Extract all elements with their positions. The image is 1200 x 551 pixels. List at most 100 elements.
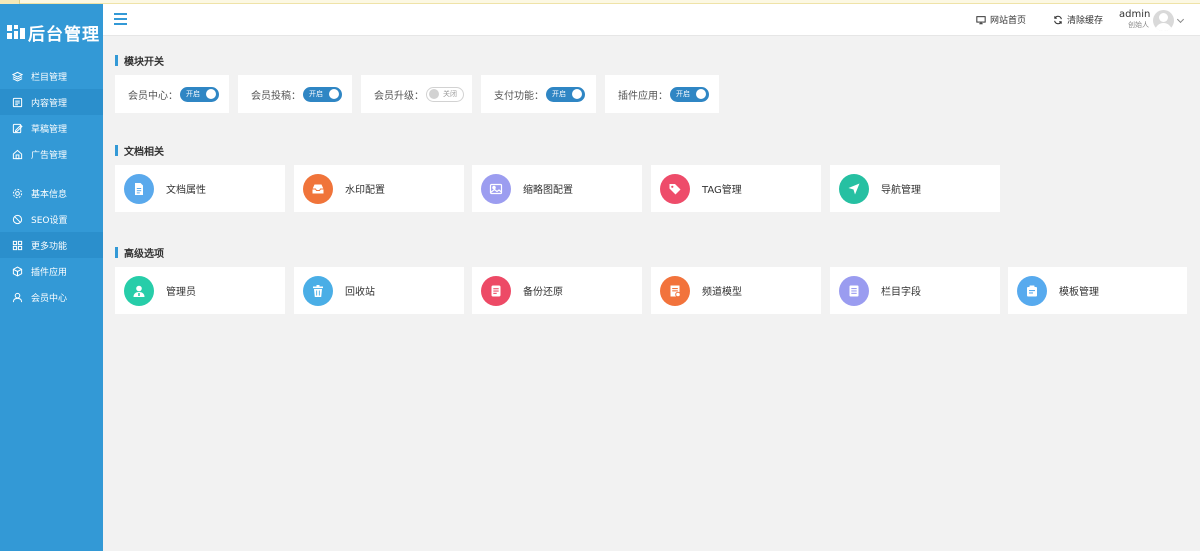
tile-label: 水印配置 bbox=[345, 185, 385, 196]
tile-label: 备份还原 bbox=[523, 287, 563, 298]
plugins-toggle[interactable]: 开启 bbox=[670, 86, 709, 102]
sidebar-item-label: SEO设置 bbox=[31, 215, 68, 226]
file-icon bbox=[124, 173, 154, 204]
gear-icon bbox=[12, 188, 23, 199]
switch-label: 插件应用： bbox=[618, 90, 668, 102]
toggle-state: 开启 bbox=[309, 90, 323, 98]
image-icon bbox=[481, 173, 511, 204]
tile-label: 导航管理 bbox=[881, 185, 921, 196]
notice-marker bbox=[0, 0, 20, 4]
member-submit-toggle[interactable]: 开启 bbox=[303, 86, 342, 102]
switch-label: 会员中心： bbox=[128, 90, 178, 102]
tile-watermark[interactable]: 水印配置 bbox=[294, 165, 464, 212]
tile-nav-manage[interactable]: 导航管理 bbox=[830, 165, 1000, 212]
site-home-link[interactable]: 网站首页 bbox=[976, 13, 1026, 26]
tile-tag-manage[interactable]: TAG管理 bbox=[651, 165, 821, 212]
layers-icon bbox=[12, 71, 23, 82]
navigation-icon bbox=[839, 173, 869, 204]
sidebar-item-ads[interactable]: 广告管理 bbox=[0, 141, 103, 167]
sidebar-nav: 栏目管理 内容管理 草稿管理 广告管理 基本信息 SEO设置 更多功能 插件应用… bbox=[0, 60, 103, 310]
tag-icon bbox=[660, 173, 690, 204]
sidebar-item-content[interactable]: 内容管理 bbox=[0, 89, 103, 115]
switch-member-upgrade: 会员升级： 关闭 bbox=[361, 75, 472, 113]
tile-label: 回收站 bbox=[345, 287, 375, 298]
model-icon bbox=[660, 275, 690, 306]
tile-channel-model[interactable]: 频道模型 bbox=[651, 267, 821, 314]
tile-doc-attributes[interactable]: 文档属性 bbox=[115, 165, 285, 212]
site-home-label: 网站首页 bbox=[990, 16, 1027, 26]
home-icon bbox=[12, 149, 23, 160]
backup-icon bbox=[481, 275, 511, 306]
tile-column-fields[interactable]: 栏目字段 bbox=[830, 267, 1000, 314]
switch-member-center: 会员中心： 开启 bbox=[115, 75, 229, 113]
tile-label: 频道模型 bbox=[702, 287, 742, 298]
member-center-toggle[interactable]: 开启 bbox=[180, 86, 219, 102]
sidebar: 后台管理 栏目管理 内容管理 草稿管理 广告管理 基本信息 SEO设置 更多功能… bbox=[0, 0, 103, 551]
sidebar-item-label: 更多功能 bbox=[31, 241, 68, 252]
ban-icon bbox=[12, 214, 23, 225]
sidebar-item-label: 栏目管理 bbox=[31, 72, 68, 83]
grid-icon bbox=[12, 240, 23, 251]
top-notice-strip bbox=[0, 0, 1200, 4]
tile-backup-restore[interactable]: 备份还原 bbox=[472, 267, 642, 314]
tile-label: 栏目字段 bbox=[881, 287, 921, 298]
user-role: 创始人 bbox=[1128, 21, 1149, 29]
menu-toggle-icon[interactable] bbox=[114, 13, 127, 25]
template-icon bbox=[1017, 275, 1047, 306]
switch-plugins: 插件应用： 开启 bbox=[605, 75, 719, 113]
toggle-state: 开启 bbox=[552, 90, 566, 98]
switch-label: 会员升级： bbox=[374, 90, 424, 102]
inbox-icon bbox=[303, 173, 333, 204]
tile-label: TAG管理 bbox=[702, 185, 742, 196]
section-title-switches: 模块开关 bbox=[115, 53, 164, 68]
tile-label: 缩略图配置 bbox=[523, 185, 573, 196]
monitor-icon bbox=[976, 15, 986, 24]
sidebar-item-seo[interactable]: SEO设置 bbox=[0, 206, 103, 232]
tile-recycle-bin[interactable]: 回收站 bbox=[294, 267, 464, 314]
section-title-advanced: 高级选项 bbox=[115, 245, 164, 260]
sidebar-item-columns[interactable]: 栏目管理 bbox=[0, 63, 103, 89]
edit-icon bbox=[12, 123, 23, 134]
sidebar-item-label: 基本信息 bbox=[31, 189, 68, 200]
sidebar-item-label: 内容管理 bbox=[31, 98, 68, 109]
logo: 后台管理 bbox=[0, 0, 103, 56]
sidebar-item-label: 广告管理 bbox=[31, 150, 68, 161]
switch-label: 会员投稿： bbox=[251, 90, 301, 102]
logo-icon bbox=[7, 25, 25, 39]
sidebar-item-more[interactable]: 更多功能 bbox=[0, 232, 103, 258]
chevron-down-icon[interactable] bbox=[1176, 15, 1185, 24]
sidebar-item-basic-info[interactable]: 基本信息 bbox=[0, 180, 103, 206]
clear-cache-label: 清除缓存 bbox=[1067, 16, 1104, 26]
payment-toggle[interactable]: 开启 bbox=[546, 86, 585, 102]
user-name: admin bbox=[1119, 9, 1151, 20]
admin-icon bbox=[124, 275, 154, 306]
sidebar-item-plugins[interactable]: 插件应用 bbox=[0, 258, 103, 284]
top-header: 网站首页 清除缓存 admin 创始人 bbox=[103, 4, 1200, 36]
sidebar-item-label: 草稿管理 bbox=[31, 124, 68, 135]
user-icon bbox=[12, 292, 23, 303]
switch-label: 支付功能： bbox=[494, 90, 544, 102]
tile-label: 管理员 bbox=[166, 287, 196, 298]
tile-label: 模板管理 bbox=[1059, 287, 1099, 298]
user-info[interactable]: admin 创始人 bbox=[1119, 9, 1151, 30]
toggle-state: 关闭 bbox=[443, 90, 457, 98]
tile-thumbnail[interactable]: 缩略图配置 bbox=[472, 165, 642, 212]
switch-member-submit: 会员投稿： 开启 bbox=[238, 75, 352, 113]
document-icon bbox=[12, 97, 23, 108]
sidebar-item-members[interactable]: 会员中心 bbox=[0, 284, 103, 310]
avatar[interactable] bbox=[1153, 10, 1174, 31]
sidebar-item-drafts[interactable]: 草稿管理 bbox=[0, 115, 103, 141]
cube-icon bbox=[12, 266, 23, 277]
toggle-state: 开启 bbox=[186, 90, 200, 98]
section-title-docs: 文档相关 bbox=[115, 143, 164, 158]
tile-admins[interactable]: 管理员 bbox=[115, 267, 285, 314]
refresh-icon bbox=[1054, 15, 1062, 24]
sidebar-item-label: 会员中心 bbox=[31, 293, 68, 304]
list-icon bbox=[839, 275, 869, 306]
sidebar-item-label: 插件应用 bbox=[31, 267, 68, 278]
toggle-state: 开启 bbox=[676, 90, 690, 98]
switch-payment: 支付功能： 开启 bbox=[481, 75, 596, 113]
clear-cache-button[interactable]: 清除缓存 bbox=[1053, 13, 1103, 26]
member-upgrade-toggle[interactable]: 关闭 bbox=[426, 86, 464, 102]
tile-template-manage[interactable]: 模板管理 bbox=[1008, 267, 1187, 314]
